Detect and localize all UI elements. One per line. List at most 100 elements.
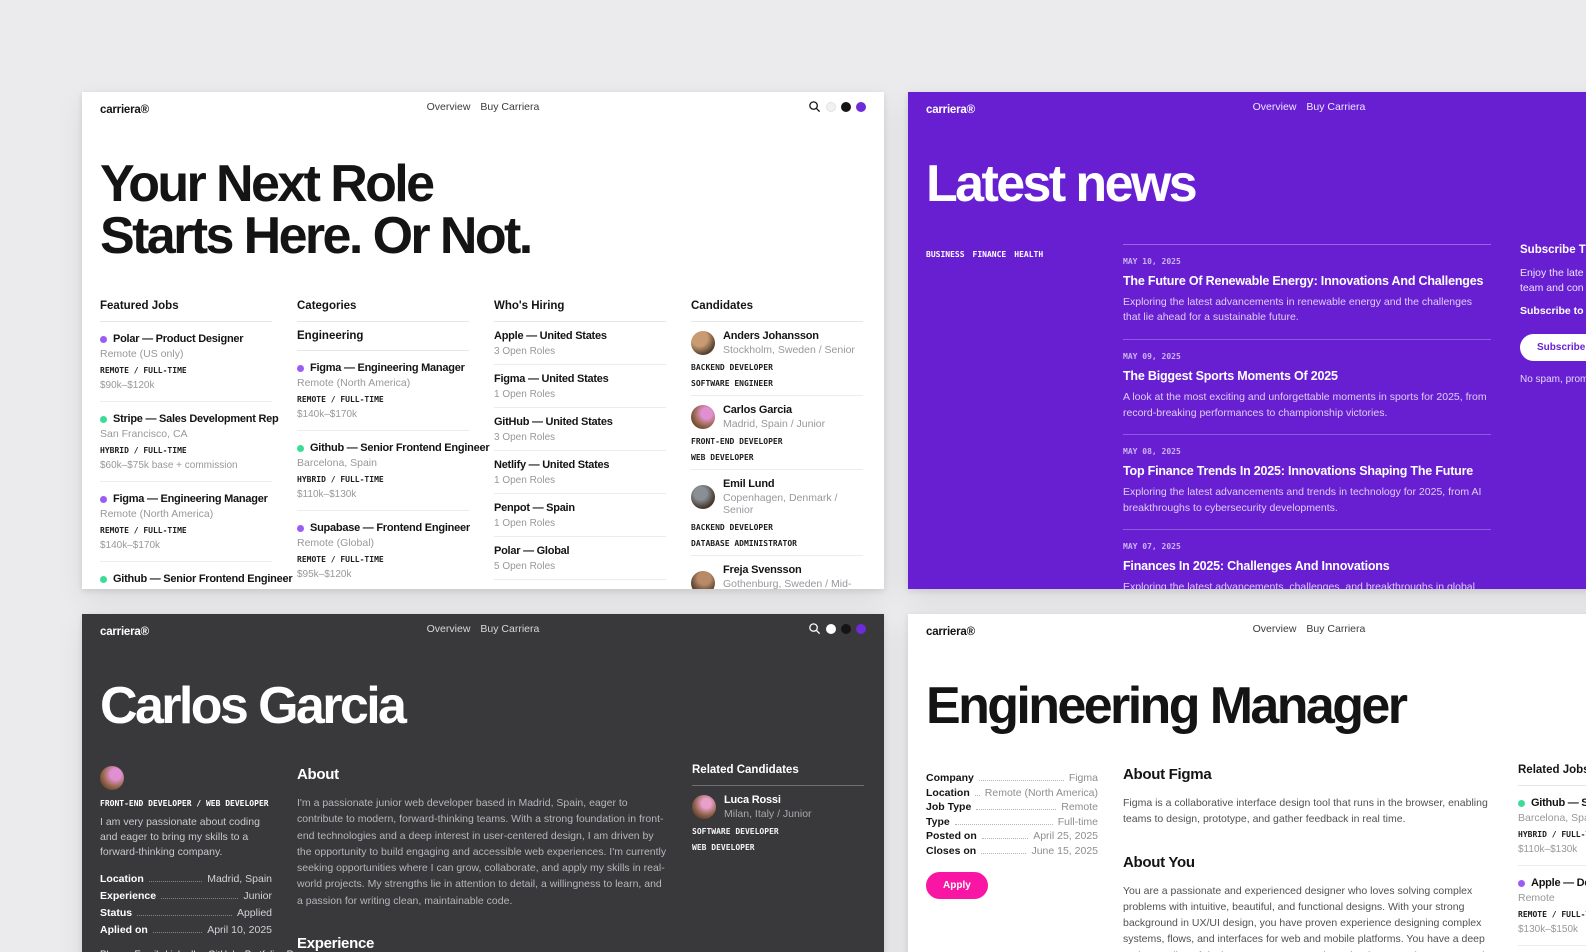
job-title: Figma — Engineering Manager (113, 493, 268, 505)
candidate-card[interactable]: Luca RossiMilan, Italy / Junior SOFTWARE… (692, 786, 864, 859)
news-article[interactable]: MAY 09, 2025 The Biggest Sports Moments … (1123, 340, 1491, 435)
hiring-company[interactable]: Apple — United States 3 Open Roles (494, 322, 666, 365)
search-icon[interactable] (808, 100, 821, 113)
candidate-card[interactable]: Anders JohanssonStockholm, Sweden / Seni… (691, 322, 863, 396)
subscribe-button[interactable]: Subscribe (1520, 334, 1586, 361)
avatar (691, 331, 715, 355)
job-listing[interactable]: Polar — Product Designer Remote (US only… (100, 322, 272, 402)
page-title: Carlos Garcia (100, 680, 404, 732)
tag-health[interactable]: HEALTH (1014, 250, 1043, 259)
tag-business[interactable]: BUSINESS (926, 250, 965, 259)
header: carriera® OverviewBuy Carriera (908, 92, 1586, 120)
candidate-card[interactable]: Freja SvenssonGothenburg, Sweden / Mid-l… (691, 556, 863, 589)
job-listing[interactable]: Github — Senior Frontend Engineer Barcel… (297, 431, 469, 511)
theme-purple-toggle[interactable] (856, 102, 866, 112)
job-title: Stripe — Sales Development Rep (113, 413, 279, 425)
link-github[interactable]: GitHub (208, 949, 238, 952)
profile-details: LocationMadrid, Spain ExperienceJunior S… (100, 873, 272, 936)
job-location: Remote (North America) (297, 377, 469, 389)
tag-finance[interactable]: FINANCE (973, 250, 1007, 259)
detail-row: Closes onJune 15, 2025 (926, 845, 1098, 857)
home-page-panel: carriera® OverviewBuy Carriera Your Next… (82, 92, 884, 589)
news-article-list: MAY 10, 2025 The Future Of Renewable Ene… (1123, 244, 1491, 589)
search-icon[interactable] (808, 622, 821, 635)
avatar (691, 485, 715, 509)
apply-button[interactable]: Apply (926, 872, 988, 899)
job-listing[interactable]: Supabase — Frontend Engineer Remote (Glo… (297, 511, 469, 589)
job-location: Remote (1518, 892, 1586, 904)
article-title: The Biggest Sports Moments Of 2025 (1123, 369, 1491, 385)
candidate-card[interactable]: Emil LundCopenhagen, Denmark / Senior BA… (691, 470, 863, 556)
avatar (100, 766, 124, 790)
section-title: Featured Jobs (100, 300, 272, 322)
profile-bio: I am very passionate about coding and ea… (100, 815, 272, 861)
job-listing[interactable]: Github — Senior Frontend Engineer Barcel… (100, 562, 272, 589)
status-dot (297, 525, 304, 532)
theme-light-toggle[interactable] (826, 624, 836, 634)
job-listing[interactable]: Figma — Engineering Manager Remote (Nort… (100, 482, 272, 562)
main-nav: Overview Buy Carriera (908, 101, 1586, 113)
theme-dark-toggle[interactable] (841, 624, 851, 634)
candidate-profile-panel: carriera® OverviewBuy Carriera Carlos Ga… (82, 614, 884, 952)
nav-buy-carriera[interactable]: Buy Carriera (480, 623, 539, 635)
job-location: Barcelona, Spain (297, 457, 469, 469)
link-phone[interactable]: Phone (100, 949, 127, 952)
link-email[interactable]: Email (134, 949, 158, 952)
job-listing[interactable]: Polar — Product Designer (1518, 946, 1586, 952)
related-jobs-column: Related Jobs Github — Senior Frontend En… (1518, 764, 1586, 952)
nav-buy-carriera[interactable]: Buy Carriera (1306, 101, 1365, 113)
article-title: The Future Of Renewable Energy: Innovati… (1123, 274, 1491, 290)
nav-overview[interactable]: Overview (1253, 623, 1297, 635)
job-listing[interactable]: Github — Senior Frontend Engineer Barcel… (1518, 786, 1586, 866)
job-listing[interactable]: Figma — Engineering Manager Remote (Nort… (297, 351, 469, 431)
nav-buy-carriera[interactable]: Buy Carriera (1306, 623, 1365, 635)
subscribe-section: Subscribe T Enjoy the late team and con … (1520, 244, 1586, 385)
page-title: Latest news (926, 158, 1195, 210)
subscribe-title: Subscribe T (1520, 244, 1586, 256)
link-portfolio[interactable]: Portfolio (245, 949, 280, 952)
status-dot (100, 496, 107, 503)
hiring-company[interactable]: GitHub — United States 3 Open Roles (494, 408, 666, 451)
hiring-company[interactable]: Polar — Global 5 Open Roles (494, 537, 666, 580)
profile-role-line: FRONT-END DEVELOPER / WEB DEVELOPER (100, 799, 272, 808)
job-meta: HYBRID / FULL-TIME (1518, 830, 1586, 839)
hiring-company[interactable]: Netlify — United States 1 Open Roles (494, 451, 666, 494)
news-article[interactable]: MAY 08, 2025 Top Finance Trends In 2025:… (1123, 435, 1491, 530)
news-article[interactable]: MAY 07, 2025 Finances In 2025: Challenge… (1123, 530, 1491, 589)
job-meta: REMOTE / FULL-TIME (100, 526, 272, 535)
avatar (691, 571, 715, 589)
job-listing[interactable]: Apple — DevOps Engineer Remote REMOTE / … (1518, 866, 1586, 946)
featured-jobs-column: Featured Jobs Polar — Product Designer R… (100, 300, 272, 589)
nav-overview[interactable]: Overview (427, 101, 471, 113)
status-dot (297, 445, 304, 452)
candidate-card[interactable]: Carlos GarciaMadrid, Spain / Junior FRON… (691, 396, 863, 470)
subscribe-text: team and con (1520, 281, 1586, 296)
job-meta: REMOTE / FULL-TIME (1518, 910, 1586, 919)
hiring-company[interactable]: Stripe — United States (494, 580, 666, 589)
news-article[interactable]: MAY 10, 2025 The Future Of Renewable Ene… (1123, 245, 1491, 340)
job-title: Supabase — Frontend Engineer (310, 522, 470, 534)
theme-purple-toggle[interactable] (856, 624, 866, 634)
job-listing[interactable]: Stripe — Sales Development Rep San Franc… (100, 402, 272, 482)
job-detail-panel: carriera® OverviewBuy Carriera Engineeri… (908, 614, 1586, 952)
hiring-company[interactable]: Figma — United States 1 Open Roles (494, 365, 666, 408)
article-description: Exploring the latest advancements, chall… (1123, 580, 1491, 589)
theme-dark-toggle[interactable] (841, 102, 851, 112)
nav-buy-carriera[interactable]: Buy Carriera (480, 101, 539, 113)
hiring-company[interactable]: Penpot — Spain 1 Open Roles (494, 494, 666, 537)
nav-overview[interactable]: Overview (1253, 101, 1297, 113)
status-dot (100, 416, 107, 423)
job-location: Remote (US only) (100, 348, 272, 360)
article-title: Finances In 2025: Challenges And Innovat… (1123, 559, 1491, 575)
nav-overview[interactable]: Overview (427, 623, 471, 635)
link-linkedin[interactable]: LinkedIn (165, 949, 201, 952)
job-title: Github — Senior Frontend Engineer (1531, 797, 1586, 809)
section-title: Related Jobs (1518, 764, 1586, 786)
job-salary: $110k–$130k (297, 489, 469, 500)
article-title: Top Finance Trends In 2025: Innovations … (1123, 464, 1491, 480)
article-description: Exploring the latest advancements and tr… (1123, 485, 1491, 517)
avatar (692, 795, 716, 819)
subscribe-cta-text: Subscribe to (1520, 305, 1586, 317)
category-engineering[interactable]: Engineering (297, 322, 469, 351)
theme-light-toggle[interactable] (826, 102, 836, 112)
